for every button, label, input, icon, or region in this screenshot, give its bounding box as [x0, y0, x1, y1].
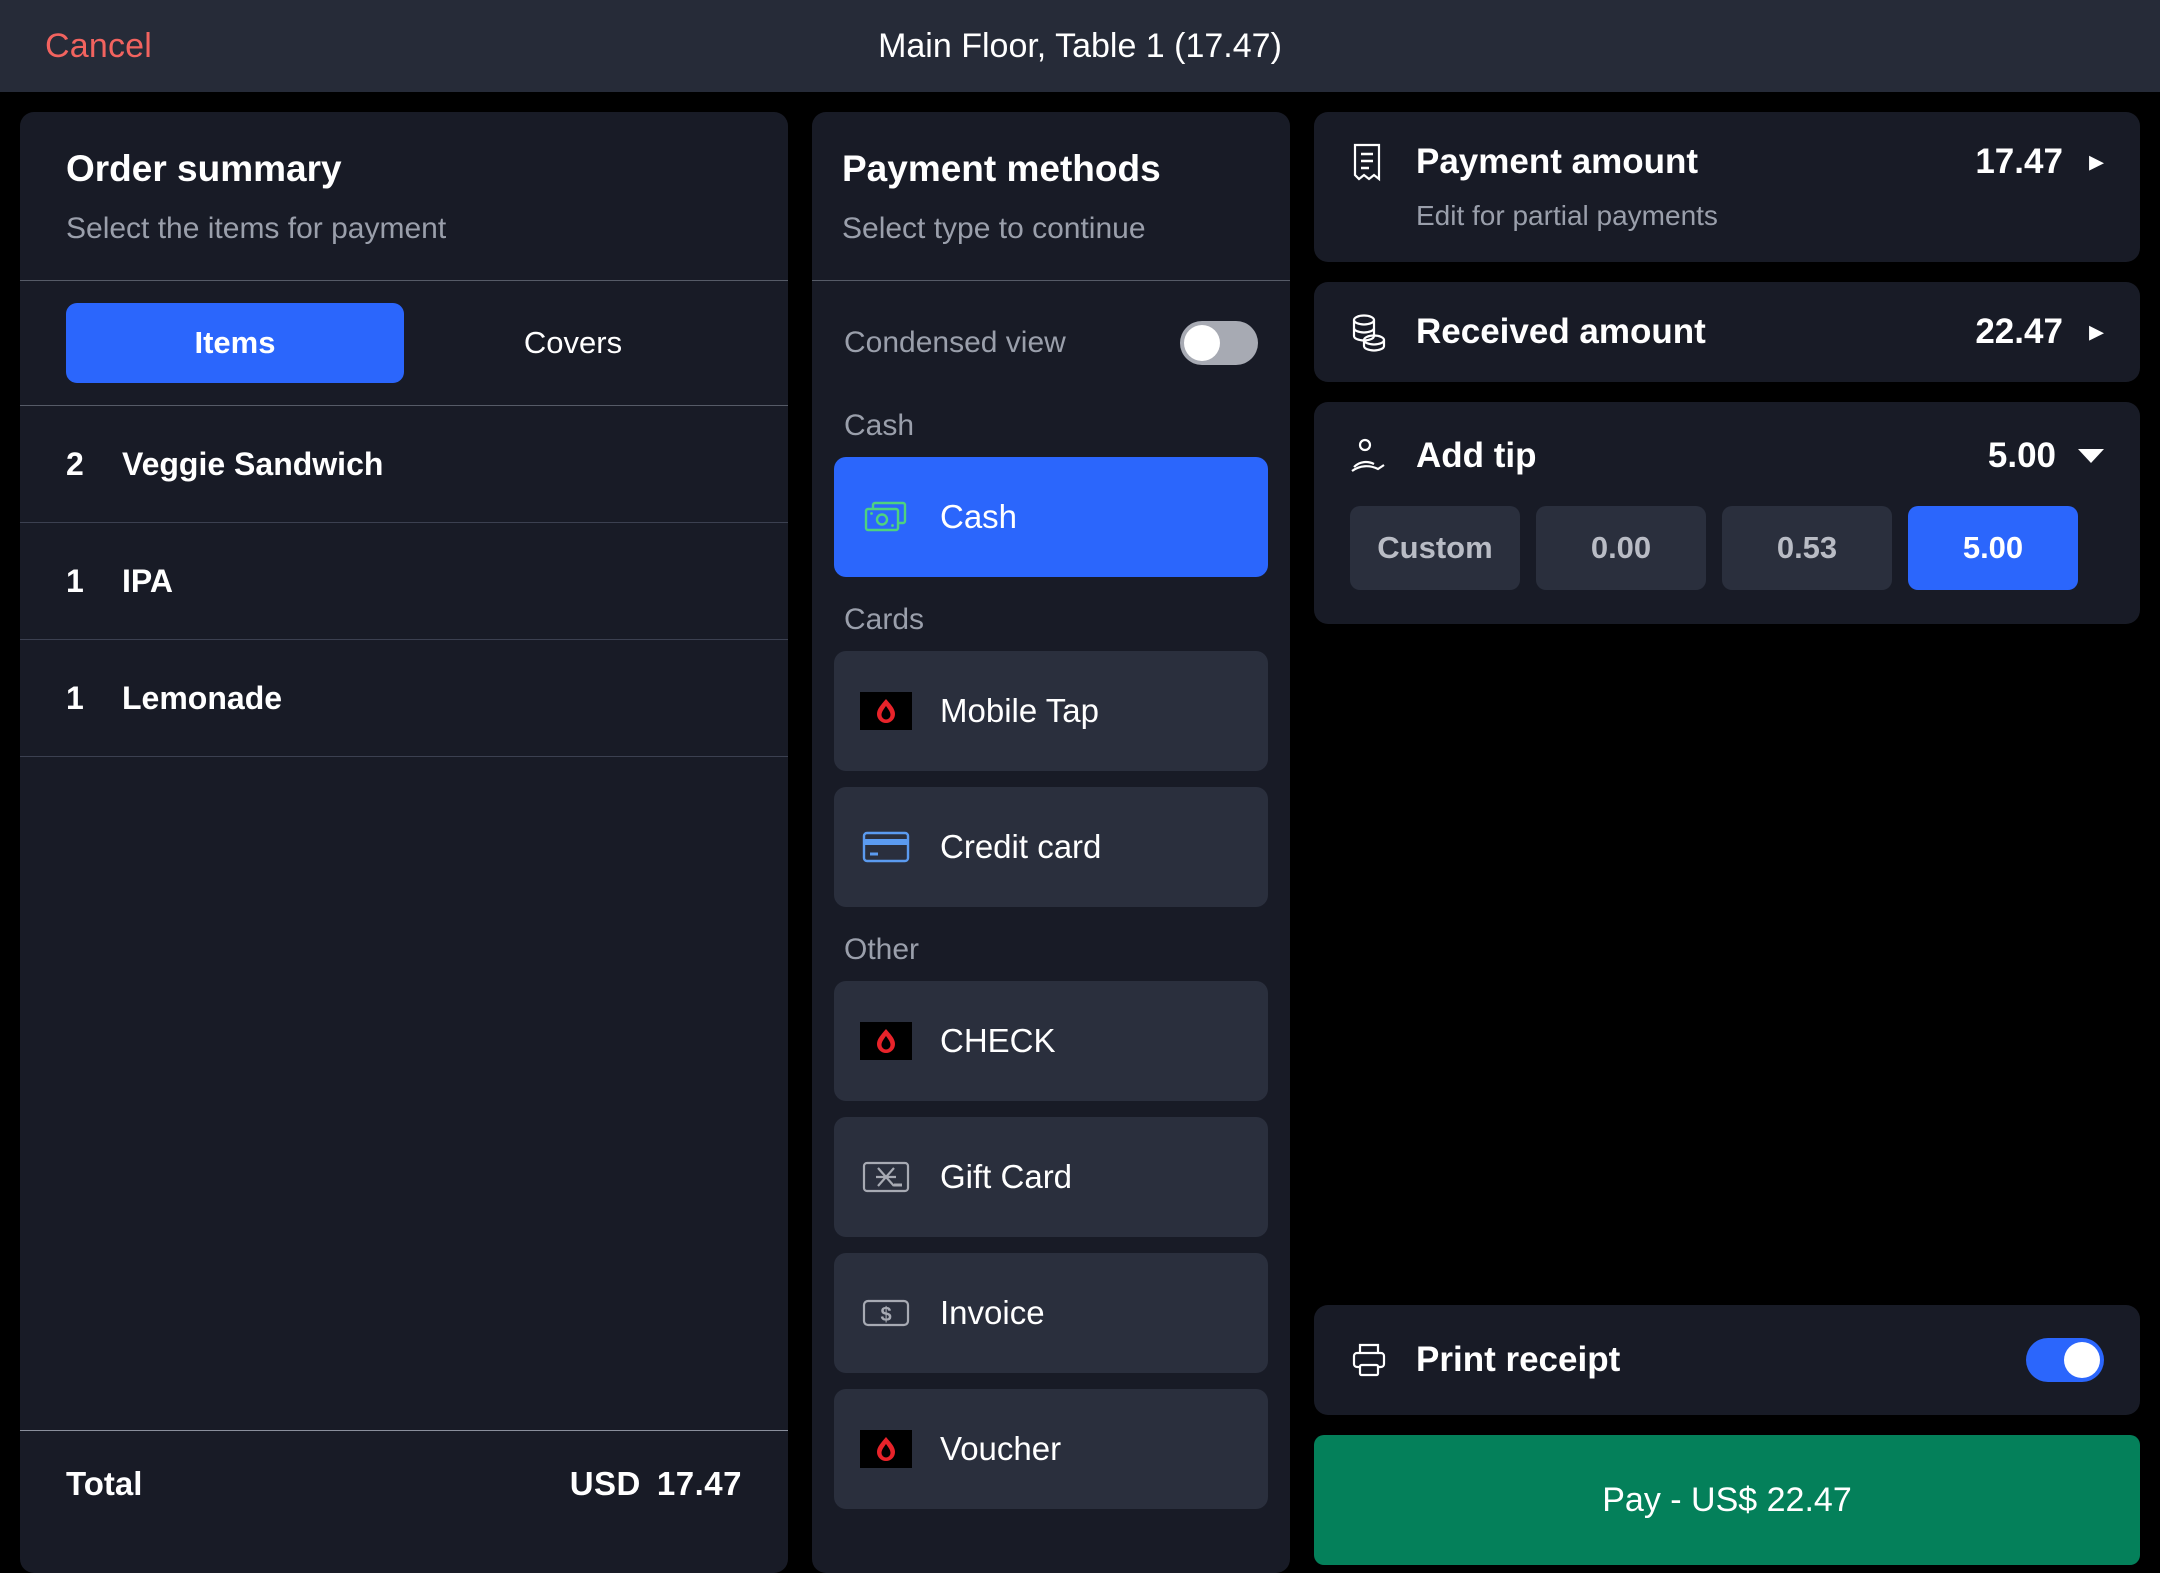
print-receipt-card: Print receipt — [1314, 1305, 2140, 1415]
payment-method-label: Gift Card — [940, 1158, 1073, 1195]
total-currency: USD — [569, 1465, 641, 1502]
chevron-right-icon: ▸ — [2088, 145, 2104, 178]
received-amount-value: 22.47 — [1975, 312, 2063, 351]
group-label-other: Other — [844, 933, 920, 966]
payment-method-credit-card[interactable]: Credit card — [834, 787, 1268, 907]
lightspeed-flame-icon — [860, 1019, 912, 1063]
print-receipt-toggle[interactable] — [2026, 1338, 2104, 1382]
payment-method-label: Cash — [940, 498, 1018, 535]
list-item[interactable]: 1 Lemonade — [20, 640, 788, 757]
print-receipt-label: Print receipt — [1416, 1340, 1621, 1379]
payment-amount-hint: Edit for partial payments — [1416, 200, 1718, 231]
tip-options: Custom 0.00 0.53 5.00 — [1342, 506, 2112, 590]
pay-button[interactable]: Pay - US$ 22.47 — [1314, 1435, 2140, 1565]
group-label-cards: Cards — [844, 603, 925, 636]
item-quantity: 2 — [66, 445, 84, 482]
tip-option-0[interactable]: 0.00 — [1536, 506, 1706, 590]
tip-option-1[interactable]: 0.53 — [1722, 506, 1892, 590]
printer-icon — [1350, 1342, 1394, 1378]
right-panel-spacer — [1314, 644, 2140, 1285]
payment-amount-card[interactable]: Payment amount 17.47 ▸ Edit for partial … — [1314, 112, 2140, 262]
order-summary-panel: Order summary Select the items for payme… — [20, 112, 788, 1573]
payment-amount-value: 17.47 — [1975, 142, 2063, 181]
payment-method-label: Mobile Tap — [940, 692, 1099, 729]
order-items-list: 2 Veggie Sandwich 1 IPA 1 Lemonade — [20, 406, 788, 1430]
payment-details-panel: Payment amount 17.47 ▸ Edit for partial … — [1314, 112, 2140, 1573]
payment-method-label: Invoice — [940, 1294, 1045, 1331]
tip-option-2[interactable]: 5.00 — [1908, 506, 2078, 590]
add-tip-value: 5.00 — [1987, 436, 2056, 475]
add-tip-header[interactable]: Add tip 5.00 — [1342, 436, 2112, 476]
payment-method-label: Voucher — [940, 1430, 1062, 1467]
divider — [812, 280, 1290, 281]
tab-covers[interactable]: Covers — [404, 303, 742, 383]
items-empty-space — [20, 757, 788, 1430]
toggle-knob — [2064, 1342, 2100, 1378]
payment-method-invoice[interactable]: $ Invoice — [834, 1253, 1268, 1373]
receipt-icon — [1350, 142, 1394, 182]
payment-method-voucher[interactable]: Voucher — [834, 1389, 1268, 1509]
payment-methods-subtitle: Select type to continue — [842, 212, 1146, 245]
order-summary-title: Order summary — [66, 148, 342, 189]
total-label: Total — [66, 1465, 143, 1502]
item-name: IPA — [122, 562, 173, 599]
chevron-right-icon: ▸ — [2088, 315, 2104, 348]
divider — [20, 280, 788, 281]
payment-method-cash[interactable]: Cash — [834, 457, 1268, 577]
payment-methods-title: Payment methods — [842, 148, 1161, 189]
payment-method-gift-card[interactable]: Gift Card — [834, 1117, 1268, 1237]
total-value: USD 17.47 — [570, 1465, 742, 1503]
payment-amount-label: Payment amount — [1416, 142, 1698, 181]
order-summary-tabs: Items Covers — [20, 281, 788, 405]
item-quantity: 1 — [66, 562, 84, 599]
condensed-view-label: Condensed view — [844, 326, 1066, 359]
item-name: Lemonade — [122, 679, 283, 716]
chevron-down-icon[interactable] — [2078, 449, 2104, 463]
tab-items[interactable]: Items — [66, 303, 404, 383]
payment-methods-header: Payment methods Select type to continue — [812, 112, 1290, 280]
hand-coin-icon — [1350, 437, 1394, 475]
condensed-view-row: Condensed view — [834, 281, 1268, 399]
coins-icon — [1350, 312, 1394, 352]
group-label-cash: Cash — [844, 409, 915, 442]
order-total-row: Total USD 17.47 — [20, 1431, 788, 1573]
banknote-icon — [860, 495, 912, 539]
payment-method-label: CHECK — [940, 1022, 1056, 1059]
item-quantity: 1 — [66, 679, 84, 716]
condensed-view-toggle[interactable] — [1180, 321, 1258, 365]
lightspeed-flame-icon — [860, 689, 912, 733]
main-content: Order summary Select the items for payme… — [0, 92, 2160, 1573]
received-amount-row: Received amount 22.47 ▸ — [1350, 312, 2104, 352]
payment-method-check[interactable]: CHECK — [834, 981, 1268, 1101]
toggle-knob — [1184, 325, 1220, 361]
dollar-note-icon: $ — [860, 1291, 912, 1335]
add-tip-label: Add tip — [1416, 436, 1537, 475]
payment-methods-panel: Payment methods Select type to continue … — [812, 112, 1290, 1573]
tip-option-custom[interactable]: Custom — [1350, 506, 1520, 590]
payment-amount-row: Payment amount 17.47 ▸ — [1350, 142, 2104, 182]
payment-method-label: Credit card — [940, 828, 1102, 865]
add-tip-card: Add tip 5.00 Custom 0.00 0.53 5.00 — [1314, 402, 2140, 624]
page-title: Main Floor, Table 1 (17.47) — [878, 26, 1282, 65]
divider — [20, 405, 788, 406]
order-summary-header: Order summary Select the items for payme… — [20, 112, 788, 280]
payment-method-mobile-tap[interactable]: Mobile Tap — [834, 651, 1268, 771]
top-bar: Cancel Main Floor, Table 1 (17.47) — [0, 0, 2160, 92]
credit-card-icon — [860, 825, 912, 869]
gift-card-icon — [860, 1155, 912, 1199]
item-name: Veggie Sandwich — [122, 445, 384, 482]
order-total-section: Total USD 17.47 — [20, 1430, 788, 1573]
svg-text:$: $ — [880, 1304, 891, 1326]
list-item[interactable]: 2 Veggie Sandwich — [20, 406, 788, 523]
received-amount-label: Received amount — [1416, 312, 1706, 351]
received-amount-card[interactable]: Received amount 22.47 ▸ — [1314, 282, 2140, 382]
payment-methods-list[interactable]: Condensed view Cash Cash Cards Mobile Ta… — [812, 281, 1290, 1573]
total-amount-number: 17.47 — [656, 1465, 742, 1502]
lightspeed-flame-icon — [860, 1427, 912, 1471]
order-summary-subtitle: Select the items for payment — [66, 212, 447, 245]
list-item[interactable]: 1 IPA — [20, 523, 788, 640]
